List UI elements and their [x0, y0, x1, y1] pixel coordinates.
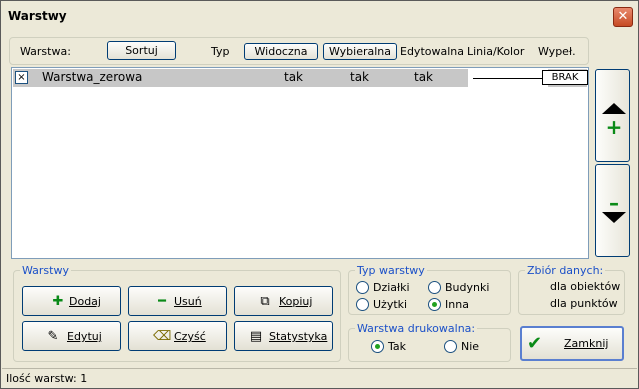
radio-no-label: Nie [461, 340, 480, 353]
copy-icon: ⧉ [260, 294, 270, 309]
add-button-label: Dodaj [69, 295, 101, 308]
layer-line-style[interactable] [468, 69, 548, 87]
title-bar[interactable]: Warstwy ✕ [1, 1, 638, 31]
minus-icon: ━ [158, 294, 166, 309]
move-up-button[interactable]: + [595, 69, 630, 162]
clear-button[interactable]: ⌫ Czyść [128, 321, 227, 351]
edit-button-label: Edytuj [67, 330, 102, 343]
close-icon[interactable]: ✕ [613, 7, 633, 27]
layer-selectable[interactable]: tak [350, 70, 369, 84]
layer-visible[interactable]: tak [284, 70, 303, 84]
close-button[interactable]: ✔ Zamknij [520, 326, 624, 361]
status-bar: Ilość warstw: 1 [2, 368, 637, 388]
printable-legend: Warstwa drukowalna: [355, 322, 478, 335]
remove-button[interactable]: ━ Usuń [128, 286, 227, 316]
radio-circle-selected[interactable] [371, 340, 384, 353]
warstwa-label: Warstwa: [20, 45, 71, 58]
data-set-points: dla punktów [550, 297, 618, 310]
layer-fill[interactable]: BRAK [542, 70, 588, 85]
editable-label: Edytowalna [400, 45, 464, 58]
layer-row[interactable]: × Warstwa_zerowa tak tak tak BRAK [13, 69, 588, 87]
radio-circle-selected[interactable] [428, 298, 441, 311]
add-button[interactable]: ✚ Dodaj [22, 286, 121, 316]
radio-circle[interactable] [356, 298, 369, 311]
radio-budynki-label: Budynki [445, 281, 490, 294]
warstwy-dialog: Warstwy ✕ Warstwa: Sortuj Typ Widoczna W… [0, 0, 639, 389]
edit-icon: ✎ [47, 329, 59, 344]
radio-yes-label: Tak [388, 340, 407, 353]
remove-button-label: Usuń [174, 295, 202, 308]
radio-uzytki-label: Użytki [373, 298, 408, 311]
radio-circle[interactable] [428, 281, 441, 294]
layer-type-legend: Typ warstwy [355, 264, 427, 277]
layers-group-legend: Warstwy [20, 264, 71, 277]
move-down-button[interactable]: – [595, 164, 630, 257]
layer-checkbox[interactable]: × [15, 71, 28, 84]
line-color-label: Linia/Kolor [467, 45, 525, 58]
edit-button[interactable]: ✎ Edytuj [22, 321, 121, 351]
layer-count: Ilość warstw: 1 [6, 372, 88, 385]
data-set-legend: Zbiór danych: [525, 264, 606, 277]
copy-button-label: Kopiuj [279, 295, 313, 308]
copy-button[interactable]: ⧉ Kopiuj [234, 286, 333, 316]
layer-editable[interactable]: tak [414, 70, 433, 84]
window-title: Warstwy [8, 9, 67, 23]
radio-circle[interactable] [444, 340, 457, 353]
broom-icon: ⌫ [153, 329, 172, 344]
close-button-label: Zamknij [564, 337, 609, 350]
visible-column-button[interactable]: Widoczna [244, 43, 318, 60]
radio-inna-label: Inna [445, 298, 469, 311]
statistics-icon: ▤ [249, 329, 263, 344]
radio-circle[interactable] [356, 281, 369, 294]
layer-list[interactable]: × Warstwa_zerowa tak tak tak BRAK [11, 67, 589, 259]
checkmark-icon: ✔ [527, 333, 543, 354]
stats-button[interactable]: ▤ Statystyka [234, 321, 333, 351]
fill-label: Wypeł. [538, 45, 576, 58]
sort-button[interactable]: Sortuj [107, 41, 176, 60]
layer-name: Warstwa_zerowa [42, 70, 143, 84]
typ-label: Typ [211, 45, 230, 58]
radio-dzialki-label: Działki [373, 281, 410, 294]
data-set-objects: dla obiektów [550, 280, 621, 293]
clear-button-label: Czyść [174, 330, 206, 343]
stats-button-label: Statystyka [269, 330, 328, 343]
selectable-column-button[interactable]: Wybieralna [323, 43, 397, 60]
plus-icon: ✚ [52, 294, 64, 309]
